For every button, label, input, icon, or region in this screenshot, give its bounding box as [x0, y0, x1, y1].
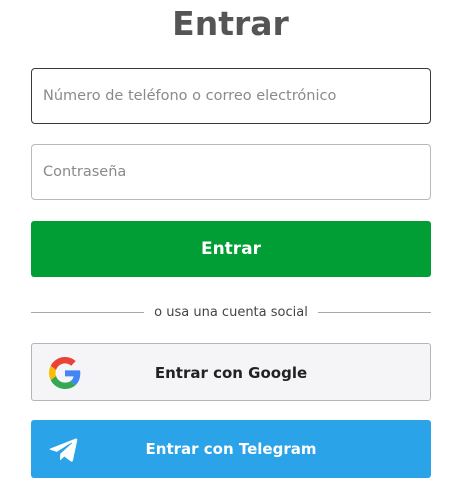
telegram-login-label: Entrar con Telegram [145, 440, 317, 458]
divider-line-right [318, 312, 431, 313]
divider-text: o usa una cuenta social [154, 305, 308, 320]
page-title: Entrar [172, 4, 289, 43]
phone-or-email-input[interactable] [31, 68, 431, 124]
telegram-login-button[interactable]: Entrar con Telegram [31, 420, 431, 478]
social-divider: o usa una cuenta social [31, 304, 431, 322]
google-login-label: Entrar con Google [154, 364, 308, 382]
login-button[interactable]: Entrar [31, 221, 431, 277]
google-login-button[interactable]: Entrar con Google [31, 343, 431, 401]
password-input[interactable] [31, 144, 431, 200]
